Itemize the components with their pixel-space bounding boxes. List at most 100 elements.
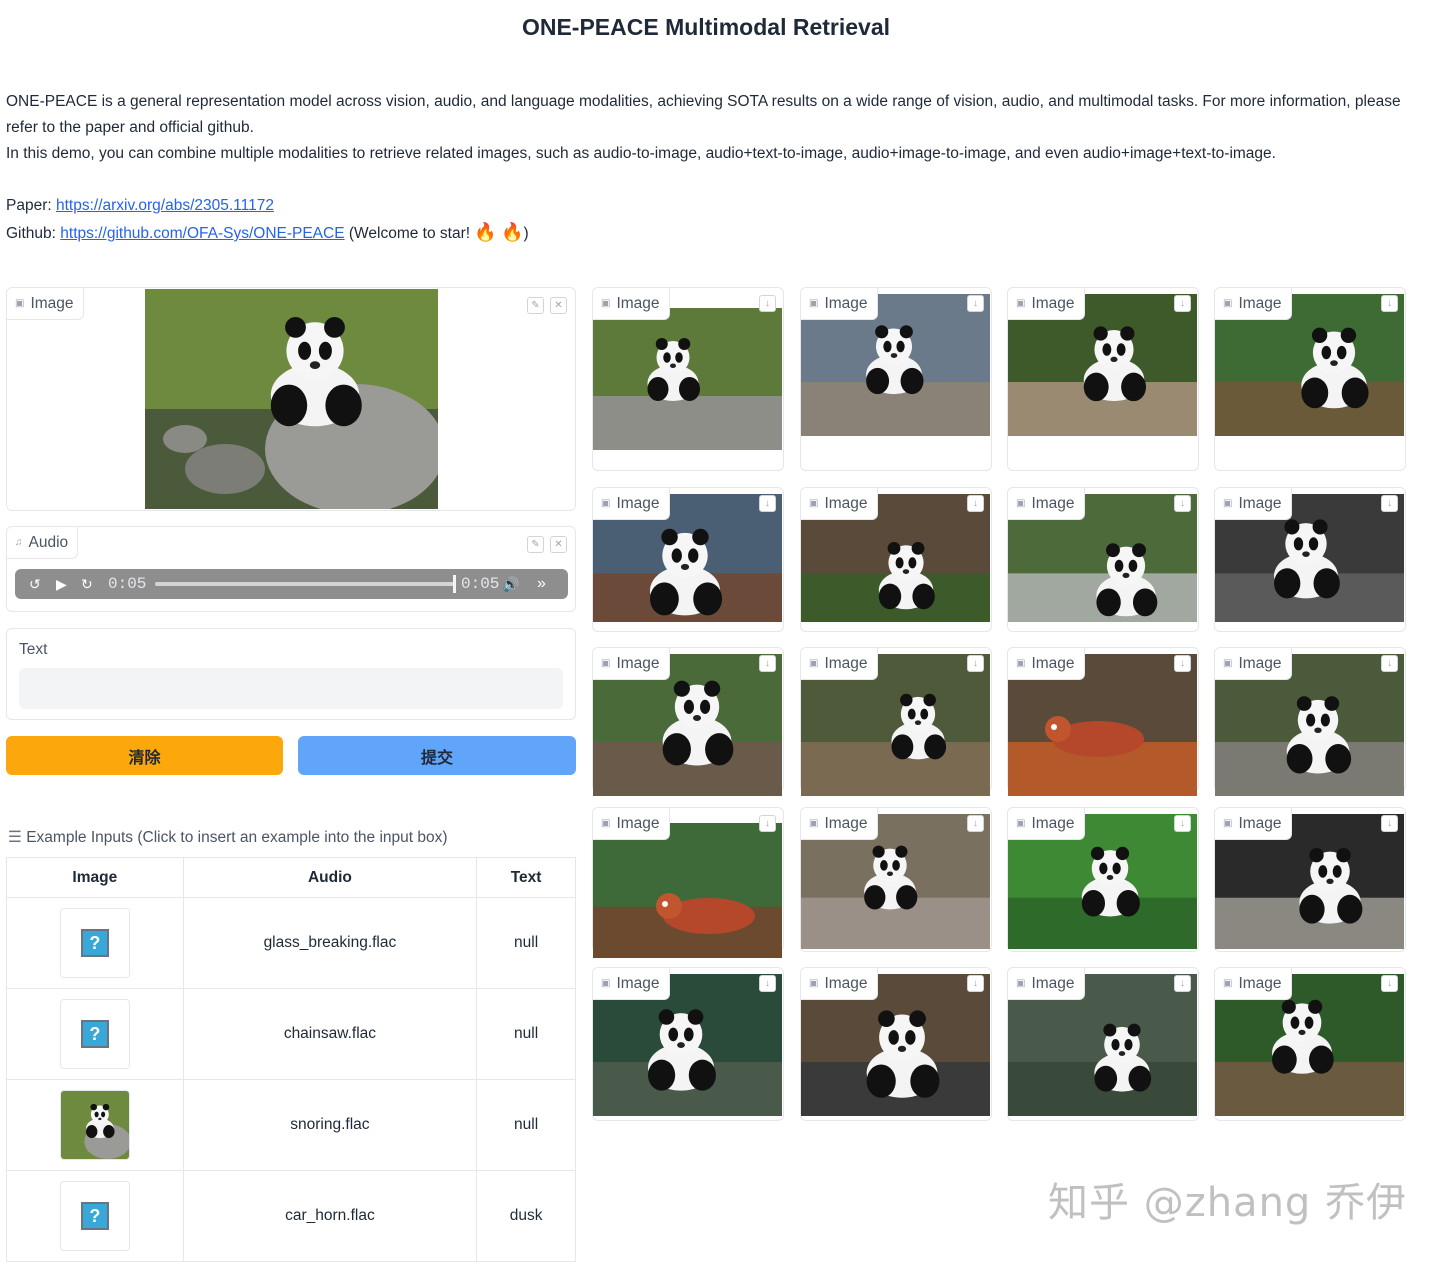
pencil-icon[interactable]: ✎ bbox=[527, 536, 544, 553]
column-header-image: Image bbox=[6, 857, 184, 898]
result-image-panel[interactable]: ▣ Image ↓ bbox=[1214, 647, 1406, 796]
image-icon: ▣ bbox=[1016, 818, 1026, 829]
result-image-tag: ▣ Image bbox=[1215, 288, 1292, 320]
example-text-cell[interactable]: dusk bbox=[476, 1170, 576, 1262]
download-icon[interactable]: ↓ bbox=[1381, 815, 1398, 832]
result-image-panel[interactable]: ▣ Image ↓ bbox=[800, 487, 992, 632]
result-image-tag: ▣ Image bbox=[801, 288, 878, 320]
examples-table: Image Audio Text ? glass_breaking.flac n… bbox=[6, 857, 576, 1262]
result-image-tag: ▣ Image bbox=[1215, 488, 1292, 520]
result-image-panel[interactable]: ▣ Image ↓ bbox=[592, 967, 784, 1121]
example-audio-cell[interactable]: glass_breaking.flac bbox=[182, 897, 478, 989]
example-image-cell[interactable]: ? bbox=[6, 1170, 184, 1262]
column-header-audio: Audio bbox=[182, 857, 478, 898]
image-icon: ▣ bbox=[809, 658, 819, 669]
result-image-panel[interactable]: ▣ Image ↓ bbox=[800, 287, 992, 471]
result-image-panel[interactable]: ▣ Image ↓ bbox=[800, 807, 992, 952]
result-image-panel[interactable]: ▣ Image ↓ bbox=[1214, 287, 1406, 471]
download-icon[interactable]: ↓ bbox=[967, 815, 984, 832]
audio-player[interactable]: ↺ ▶ ↻ 0:05 0:05 🔊 » bbox=[15, 569, 568, 599]
result-image[interactable] bbox=[593, 308, 782, 450]
download-icon[interactable]: ↓ bbox=[1174, 655, 1191, 672]
example-image-cell[interactable]: ? bbox=[6, 988, 184, 1080]
result-image-panel[interactable]: ▣ Image ↓ bbox=[1007, 647, 1199, 796]
result-image-tag: ▣ Image bbox=[801, 808, 878, 840]
download-icon[interactable]: ↓ bbox=[759, 495, 776, 512]
play-icon[interactable]: ▶ bbox=[56, 574, 67, 594]
download-icon[interactable]: ↓ bbox=[1174, 975, 1191, 992]
result-image-panel[interactable]: ▣ Image ↓ bbox=[1214, 807, 1406, 952]
example-text-cell[interactable]: null bbox=[476, 988, 576, 1080]
download-icon[interactable]: ↓ bbox=[967, 655, 984, 672]
clear-button[interactable]: 清除 bbox=[6, 736, 283, 775]
example-audio-cell[interactable]: chainsaw.flac bbox=[182, 988, 478, 1080]
audio-input-panel[interactable]: ♫ Audio ✎ ✕ ↺ ▶ ↻ 0:05 0:05 🔊 » bbox=[6, 526, 576, 612]
example-row[interactable]: ? glass_breaking.flac null bbox=[6, 897, 576, 989]
result-image-panel[interactable]: ▣ Image ↓ bbox=[592, 487, 784, 632]
result-image[interactable] bbox=[593, 823, 782, 958]
result-image-panel[interactable]: ▣ Image ↓ bbox=[1007, 807, 1199, 952]
image-icon: ▣ bbox=[809, 978, 819, 989]
example-text-cell[interactable]: null bbox=[476, 1079, 576, 1171]
image-icon: ▣ bbox=[15, 298, 25, 309]
download-icon[interactable]: ↓ bbox=[1174, 495, 1191, 512]
audio-seek-handle[interactable] bbox=[453, 575, 456, 593]
pencil-icon[interactable]: ✎ bbox=[527, 297, 544, 314]
result-image-panel[interactable]: ▣ Image ↓ bbox=[1007, 487, 1199, 632]
broken-image-icon: ? bbox=[80, 929, 109, 957]
download-icon[interactable]: ↓ bbox=[1381, 655, 1398, 672]
download-icon[interactable]: ↓ bbox=[759, 295, 776, 312]
download-icon[interactable]: ↓ bbox=[1174, 295, 1191, 312]
download-icon[interactable]: ↓ bbox=[967, 975, 984, 992]
download-icon[interactable]: ↓ bbox=[1381, 495, 1398, 512]
result-image-panel[interactable]: ▣ Image ↓ bbox=[800, 967, 992, 1121]
example-row[interactable]: snoring.flac null bbox=[6, 1079, 576, 1171]
result-image-panel[interactable]: ▣ Image ↓ bbox=[1214, 967, 1406, 1121]
download-icon[interactable]: ↓ bbox=[967, 495, 984, 512]
submit-button[interactable]: 提交 bbox=[298, 736, 576, 775]
paper-link[interactable]: https://arxiv.org/abs/2305.11172 bbox=[56, 197, 274, 214]
image-icon: ▣ bbox=[1223, 298, 1233, 309]
rewind-icon[interactable]: ↺ bbox=[29, 574, 41, 594]
close-icon[interactable]: ✕ bbox=[550, 297, 567, 314]
result-image-tag: ▣ Image bbox=[1215, 808, 1292, 840]
download-icon[interactable]: ↓ bbox=[759, 655, 776, 672]
result-image-panel[interactable]: ▣ Image ↓ bbox=[592, 647, 784, 796]
result-image-panel[interactable]: ▣ Image ↓ bbox=[592, 807, 784, 958]
result-image-panel[interactable]: ▣ Image ↓ bbox=[800, 647, 992, 796]
image-icon: ▣ bbox=[601, 978, 611, 989]
image-input-panel[interactable]: ▣ Image ✎ ✕ bbox=[6, 287, 576, 511]
result-image-panel[interactable]: ▣ Image ↓ bbox=[1214, 487, 1406, 632]
example-image-cell[interactable]: ? bbox=[6, 897, 184, 989]
double-chevron-icon[interactable]: » bbox=[537, 574, 546, 594]
example-text-cell[interactable]: null bbox=[476, 897, 576, 989]
download-icon[interactable]: ↓ bbox=[1174, 815, 1191, 832]
example-audio-cell[interactable]: snoring.flac bbox=[182, 1079, 478, 1171]
audio-seek-bar[interactable] bbox=[155, 582, 455, 586]
download-icon[interactable]: ↓ bbox=[759, 975, 776, 992]
watermark: 知乎 @zhang 乔伊 bbox=[1048, 1180, 1408, 1226]
example-row[interactable]: ? chainsaw.flac null bbox=[6, 988, 576, 1080]
result-image-tag: ▣ Image bbox=[1008, 488, 1085, 520]
result-image-panel[interactable]: ▣ Image ↓ bbox=[592, 287, 784, 471]
result-image-tag: ▣ Image bbox=[593, 288, 670, 320]
text-input[interactable] bbox=[19, 668, 563, 709]
result-image-tag: ▣ Image bbox=[801, 488, 878, 520]
github-link[interactable]: https://github.com/OFA-Sys/ONE-PEACE bbox=[60, 225, 344, 242]
github-suffix-close: ) bbox=[523, 225, 529, 242]
result-image-panel[interactable]: ▣ Image ↓ bbox=[1007, 967, 1199, 1121]
result-image-panel[interactable]: ▣ Image ↓ bbox=[1007, 287, 1199, 471]
image-icon: ▣ bbox=[1223, 498, 1233, 509]
example-row[interactable]: ? car_horn.flac dusk bbox=[6, 1170, 576, 1262]
close-icon[interactable]: ✕ bbox=[550, 536, 567, 553]
example-image-cell[interactable] bbox=[6, 1079, 184, 1171]
download-icon[interactable]: ↓ bbox=[967, 295, 984, 312]
image-icon: ▣ bbox=[1016, 498, 1026, 509]
example-audio-cell[interactable]: car_horn.flac bbox=[182, 1170, 478, 1262]
download-icon[interactable]: ↓ bbox=[1381, 975, 1398, 992]
volume-icon[interactable]: 🔊 bbox=[502, 574, 519, 594]
forward-icon[interactable]: ↻ bbox=[81, 574, 93, 594]
download-icon[interactable]: ↓ bbox=[1381, 295, 1398, 312]
download-icon[interactable]: ↓ bbox=[759, 815, 776, 832]
result-image-tag: ▣ Image bbox=[1008, 968, 1085, 1000]
